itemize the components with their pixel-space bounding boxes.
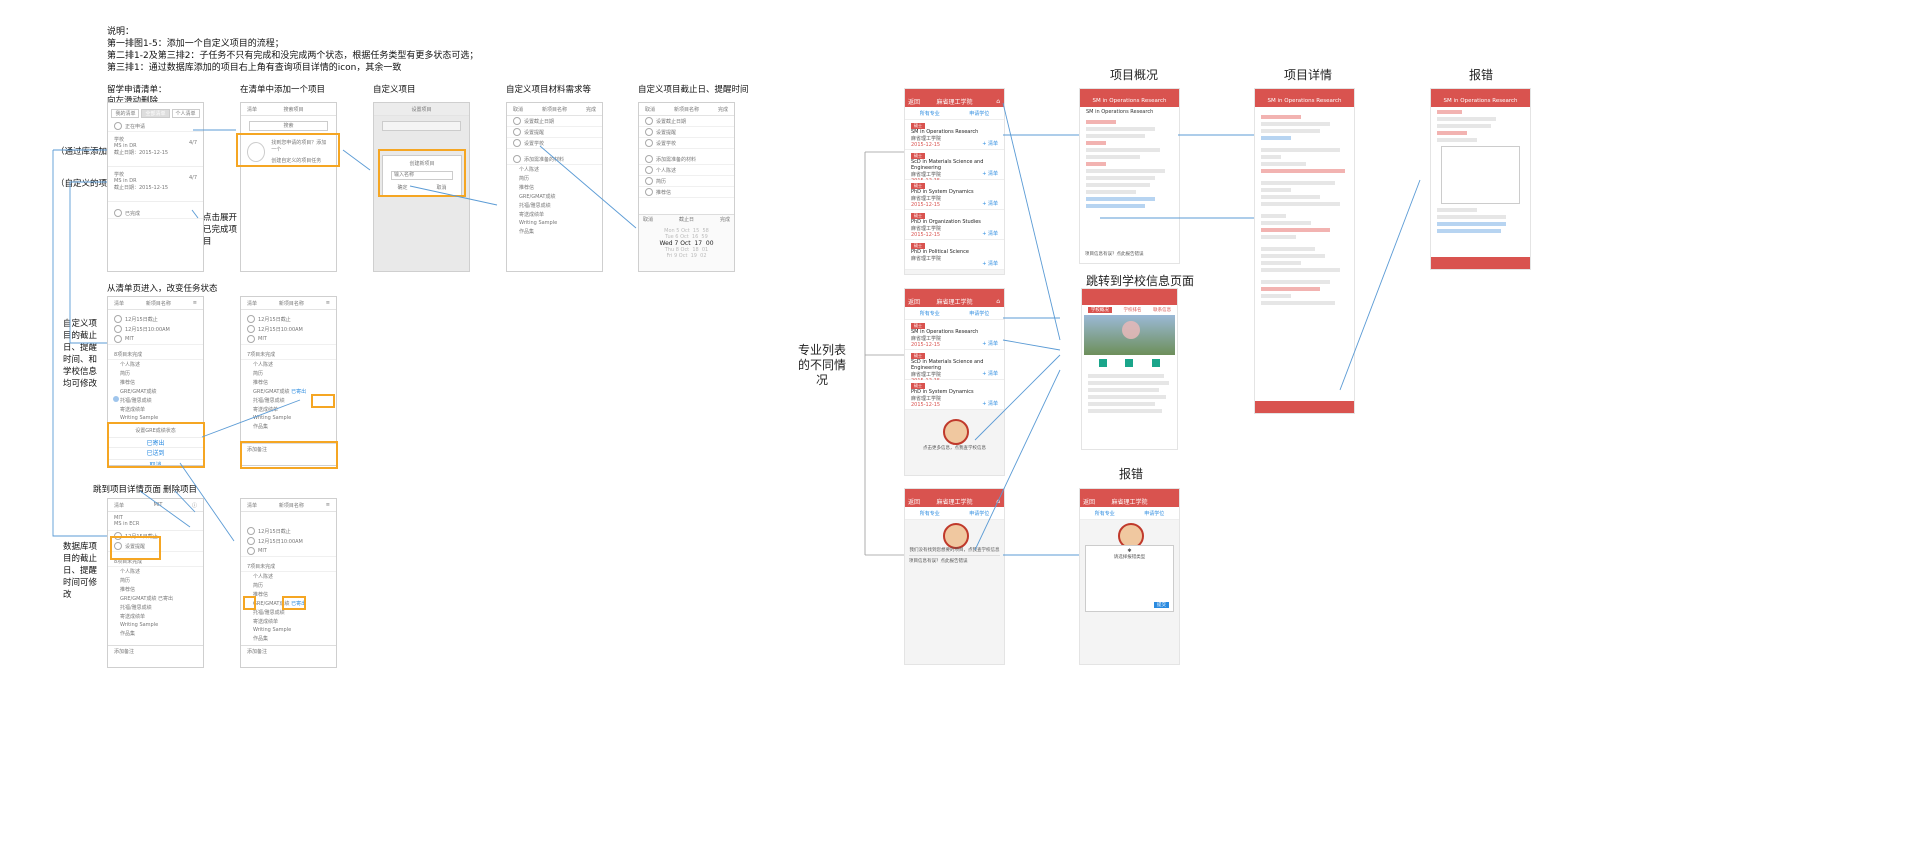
connector [174,490,196,513]
connector [139,490,191,528]
connector [1339,179,1421,391]
connector [69,181,107,343]
connector [201,399,301,438]
connector [191,209,199,219]
connector [539,145,637,229]
connector-layer [52,102,1421,556]
connector [409,185,498,206]
connector [1002,102,1061,341]
connector [1002,339,1061,351]
connector [179,462,235,542]
connector [342,149,371,171]
